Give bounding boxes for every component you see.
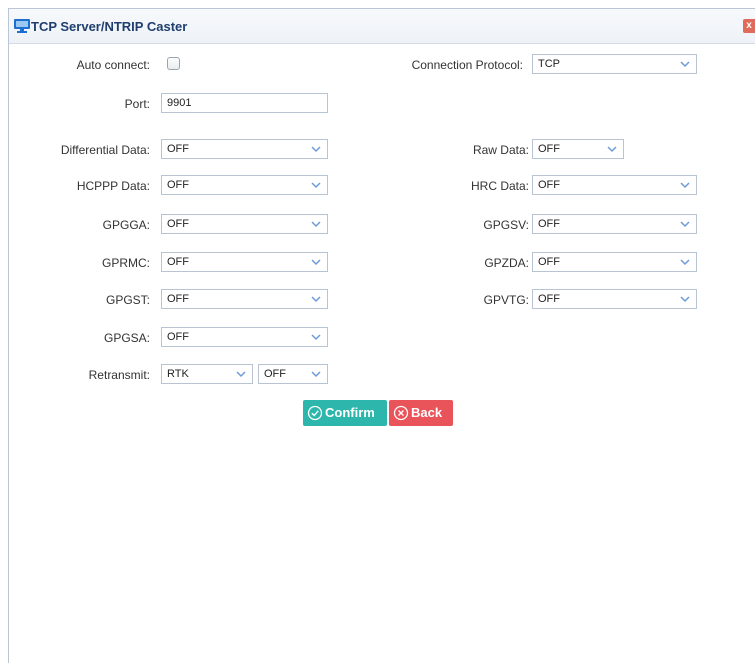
gpgsv-value: OFF [538,218,560,230]
gpgga-select[interactable]: OFF [161,214,328,234]
gpgst-label: GPGST: [105,293,150,307]
differential-data-select[interactable]: OFF [161,139,328,159]
hrc-data-value: OFF [538,179,560,191]
gpvtg-label: GPVTG: [483,293,529,307]
chevron-down-icon [680,259,690,266]
hcppp-data-value: OFF [167,179,189,191]
confirm-button[interactable]: Confirm [303,400,387,426]
retransmit-label: Retransmit: [88,368,150,382]
retransmit-type-select[interactable]: RTK [161,364,253,384]
check-circle-icon [307,405,323,421]
chevron-down-icon [680,296,690,303]
chevron-down-icon [311,221,321,228]
chevron-down-icon [311,371,321,378]
chevron-down-icon [311,182,321,189]
differential-data-label: Differential Data: [60,143,150,157]
auto-connect-checkbox[interactable] [167,57,180,70]
chevron-down-icon [680,182,690,189]
connection-protocol-value: TCP [538,58,560,70]
connection-protocol-select[interactable]: TCP [532,54,697,74]
back-button[interactable]: Back [389,400,453,426]
chevron-down-icon [607,146,617,153]
raw-data-label: Raw Data: [472,143,529,157]
hrc-data-select[interactable]: OFF [532,175,697,195]
confirm-label: Confirm [325,405,375,420]
hcppp-data-select[interactable]: OFF [161,175,328,195]
back-label: Back [411,405,443,420]
chevron-down-icon [311,334,321,341]
gpvtg-select[interactable]: OFF [532,289,697,309]
chevron-down-icon [311,296,321,303]
chevron-down-icon [236,371,246,378]
port-label: Port: [124,97,150,111]
dialog-title: TCP Server/NTRIP Caster [31,19,188,34]
port-input[interactable] [161,93,328,113]
gpzda-label: GPZDA: [484,256,529,270]
close-circle-icon [393,405,409,421]
gpgsa-select[interactable]: OFF [161,327,328,347]
hcppp-data-label: HCPPP Data: [76,179,150,193]
gpgst-select[interactable]: OFF [161,289,328,309]
hrc-data-label: HRC Data: [470,179,529,193]
gpgsv-label: GPGSV: [483,218,529,232]
chevron-down-icon [680,61,690,68]
auto-connect-label: Auto connect: [76,58,150,72]
gpgsa-label: GPGSA: [103,331,150,345]
connection-protocol-label: Connection Protocol: [411,58,523,72]
gpgst-value: OFF [167,293,189,305]
differential-data-value: OFF [167,143,189,155]
monitor-icon [13,18,31,34]
gpgga-value: OFF [167,218,189,230]
retransmit-state-select[interactable]: OFF [258,364,328,384]
gpgsa-value: OFF [167,331,189,343]
retransmit-type-value: RTK [167,368,189,380]
gpgsv-select[interactable]: OFF [532,214,697,234]
gpzda-value: OFF [538,256,560,268]
raw-data-select[interactable]: OFF [532,139,624,159]
gpvtg-value: OFF [538,293,560,305]
raw-data-value: OFF [538,143,560,155]
gpzda-select[interactable]: OFF [532,252,697,272]
retransmit-state-value: OFF [264,368,286,380]
gprmc-value: OFF [167,256,189,268]
dialog-titlebar: TCP Server/NTRIP Caster x [9,9,755,44]
gpgga-label: GPGGA: [102,218,150,232]
gprmc-label: GPRMC: [102,256,150,270]
chevron-down-icon [680,221,690,228]
close-icon[interactable]: x [743,19,755,33]
chevron-down-icon [311,259,321,266]
gprmc-select[interactable]: OFF [161,252,328,272]
chevron-down-icon [311,146,321,153]
